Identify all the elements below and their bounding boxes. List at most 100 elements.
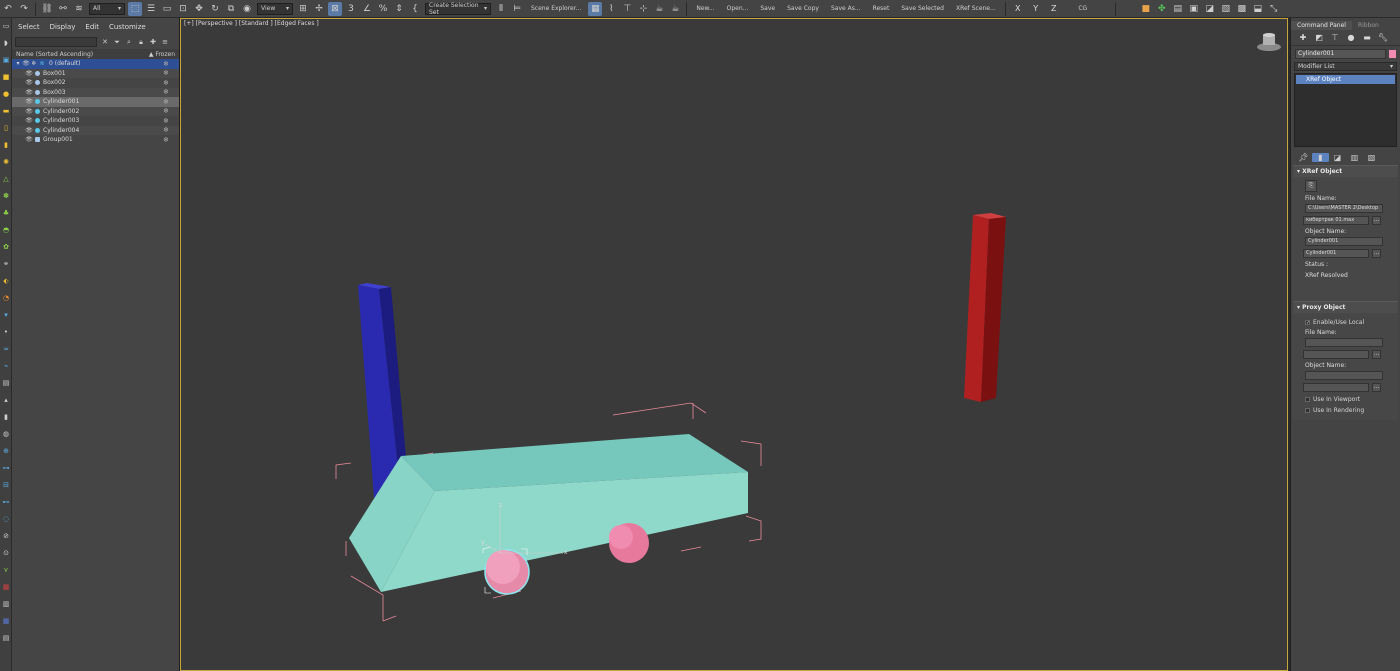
display-geometry-icon[interactable]: ◗ (2, 39, 10, 47)
display-dependents-icon[interactable]: ◔ (2, 294, 10, 302)
list-item[interactable]: 👁︎ Cylinder004 ❄ (12, 125, 179, 135)
eye-icon[interactable]: 👁︎ (25, 117, 33, 124)
object-color-swatch[interactable] (1389, 50, 1396, 58)
display-groups-icon[interactable]: ▮ (2, 141, 10, 149)
clear-search-icon[interactable]: ✕ (100, 38, 110, 46)
spinner-snap-icon[interactable]: ⇕ (392, 2, 406, 16)
place-icon[interactable]: ◉ (240, 2, 254, 16)
plugin-icon-4[interactable]: ▣ (1187, 2, 1201, 16)
add-layer-icon[interactable]: ✚ (148, 38, 158, 46)
selection-filter-dropdown[interactable]: All ▾ (89, 2, 125, 15)
modify-icon[interactable]: ◩ (1311, 33, 1327, 42)
save-button[interactable]: Save (754, 2, 781, 16)
proxy-rollout-header[interactable]: ▾ Proxy Object (1293, 302, 1398, 313)
unlink-icon[interactable]: ⚯ (56, 2, 70, 16)
make-unique-icon[interactable]: ◪ (1329, 153, 1346, 162)
filter-icon-6[interactable]: ◍ (2, 430, 10, 438)
frozen-icon[interactable]: ❄ (163, 98, 169, 106)
render-icon[interactable]: ☕ (668, 2, 682, 16)
perspective-viewport[interactable]: [+] [Perspective ] [Standard ] [Edged Fa… (180, 18, 1288, 671)
open-button[interactable]: Open... (721, 2, 755, 16)
list-item[interactable]: 👁︎ Group001 ❄ (12, 135, 179, 145)
plugin-icon-5[interactable]: ◪ (1203, 2, 1217, 16)
display-lights-icon[interactable]: ■ (2, 73, 10, 81)
tab-command-panel[interactable]: Command Panel (1291, 21, 1352, 30)
frozen-icon[interactable]: ❄ (163, 69, 169, 77)
display-shapes-icon[interactable]: ▣ (2, 56, 10, 64)
filter-icon-14[interactable]: ⋎ (2, 566, 10, 574)
link-icon[interactable]: ⛓ (40, 2, 54, 16)
filter-icon-8[interactable]: ⊶ (2, 464, 10, 472)
layers-icon[interactable]: ≡ (160, 38, 170, 46)
cyan-wedge-body[interactable] (349, 434, 748, 592)
checkbox-unchecked-icon[interactable] (1305, 408, 1310, 413)
find-icon[interactable]: ⌕ (124, 38, 134, 47)
ref-coord-dropdown[interactable]: View ▾ (257, 2, 293, 15)
create-icon[interactable]: ✚ (1295, 33, 1311, 42)
frozen-icon[interactable]: ❄ (163, 88, 169, 96)
new-button[interactable]: New... (690, 2, 720, 16)
list-item[interactable]: 👁︎ Cylinder002 ❄ (12, 106, 179, 116)
schematic-view-icon[interactable]: ⊤ (620, 2, 634, 16)
show-end-result-icon[interactable]: ▮ (1312, 152, 1329, 162)
layer-explorer-icon[interactable]: ▦ (588, 1, 603, 16)
eye-icon[interactable]: 👁︎ (22, 60, 30, 67)
list-item[interactable]: 👁︎ Box002 ❄ (12, 78, 179, 88)
tab-ribbon[interactable]: Ribbon (1352, 21, 1385, 30)
plugin-icon-8[interactable]: ⬓ (1251, 2, 1265, 16)
filter-icon-3[interactable]: ▤ (2, 379, 10, 387)
proxy-browse-file-button[interactable]: ... (1372, 350, 1381, 359)
filter-icon-10[interactable]: ⊷ (2, 498, 10, 506)
plugin-icon-1[interactable]: ■ (1139, 2, 1153, 16)
filter-icon-5[interactable]: ▮ (2, 413, 10, 421)
eye-icon[interactable]: 👁︎ (25, 108, 33, 115)
viewport-scene[interactable]: z x y (181, 19, 1287, 670)
filter-icon[interactable]: ⏷ (112, 38, 122, 47)
align-icon[interactable]: ⊨ (510, 2, 524, 16)
frozen-icon[interactable]: ❄ (163, 79, 169, 87)
xref-record-button[interactable]: ⎘ (1305, 180, 1317, 192)
undo-icon[interactable]: ↶ (1, 2, 15, 16)
curve-editor-icon[interactable]: ⌇ (604, 2, 618, 16)
window-crossing-icon[interactable]: ⊡ (176, 2, 190, 16)
viewcube-icon[interactable] (1257, 33, 1281, 51)
browse-file-button[interactable]: ... (1372, 216, 1381, 225)
menu-display[interactable]: Display (50, 23, 76, 31)
pink-cylinder[interactable] (609, 523, 649, 563)
expand-icon[interactable]: ▾ (14, 60, 22, 67)
rect-region-icon[interactable]: ▭ (160, 2, 174, 16)
list-item[interactable]: 👁︎ Box003 ❄ (12, 87, 179, 97)
frozen-icon[interactable]: ❄ (163, 107, 169, 115)
save-selected-button[interactable]: Save Selected (895, 2, 950, 16)
filter-icon-16[interactable]: ▥ (2, 600, 10, 608)
proxy-browse-object-button[interactable]: ... (1372, 383, 1381, 392)
render-setup-icon[interactable]: ☕ (652, 2, 666, 16)
edit-named-sets-icon[interactable]: { (408, 2, 422, 16)
eye-icon[interactable]: 👁︎ (25, 70, 33, 77)
eye-icon[interactable]: 👁︎ (25, 127, 33, 134)
display-icon[interactable]: ▬ (1359, 33, 1375, 42)
red-box[interactable] (964, 213, 1006, 402)
frozen-icon[interactable]: ❄ (163, 117, 169, 125)
scale-icon[interactable]: ⧉ (224, 2, 238, 16)
save-copy-button[interactable]: Save Copy (781, 2, 825, 16)
enable-use-local-checkbox[interactable]: ✓ Enable/Use Local (1305, 319, 1398, 326)
checkbox-checked-icon[interactable]: ✓ (1305, 320, 1310, 326)
cg-button[interactable]: CG (1063, 2, 1103, 16)
plugin-icon-9[interactable]: ⤡ (1267, 2, 1281, 16)
frozen-icon[interactable]: ❄ (163, 136, 169, 144)
lock-cell-icon[interactable]: • (2, 328, 10, 336)
eye-icon[interactable]: 👁︎ (25, 98, 33, 105)
explorer-search-input[interactable] (15, 37, 97, 47)
list-item[interactable]: 👁︎ Cylinder003 ❄ (12, 116, 179, 126)
display-cameras-icon[interactable]: ● (2, 90, 10, 98)
display-hidden-icon[interactable]: ✿ (2, 243, 10, 251)
pivot-icon[interactable]: ⊞ (296, 2, 310, 16)
file-name-field[interactable]: кибертрак 01.max (1303, 216, 1369, 225)
xref-scene-button[interactable]: XRef Scene... (950, 2, 1002, 16)
rotate-icon[interactable]: ↻ (208, 2, 222, 16)
stack-item-xref[interactable]: XRef Object (1296, 75, 1395, 84)
scene-explorer-icon[interactable]: ▭ (2, 22, 10, 30)
move-icon[interactable]: ✥ (192, 2, 206, 16)
display-frozen-icon[interactable]: ◓ (2, 226, 10, 234)
